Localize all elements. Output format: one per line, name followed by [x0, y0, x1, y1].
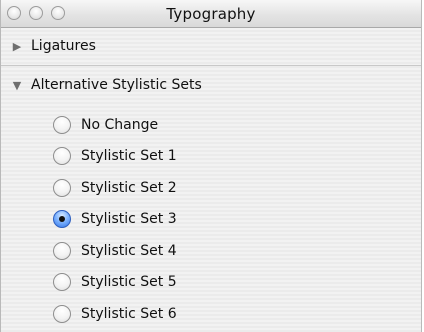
radio-button[interactable]	[53, 147, 71, 166]
title-bar: Typography	[1, 0, 421, 28]
radio-label: Stylistic Set 6	[81, 305, 177, 322]
radio-label: Stylistic Set 1	[81, 148, 177, 165]
radio-option-stylistic-set-5[interactable]: Stylistic Set 5	[53, 267, 177, 299]
radio-option-no-change[interactable]: No Change	[53, 109, 177, 141]
radio-label: Stylistic Set 2	[81, 179, 177, 196]
radio-button[interactable]	[53, 115, 71, 134]
radio-button[interactable]	[53, 241, 71, 260]
typography-window: Typography ▶ Ligatures ▼ Alternative Sty…	[0, 0, 422, 332]
triangle-down-icon: ▼	[12, 78, 22, 92]
radio-label: Stylistic Set 4	[81, 242, 177, 259]
radio-button[interactable]	[53, 178, 71, 197]
alternative-stylistic-sets-disclosure[interactable]: ▼ Alternative Stylistic Sets	[9, 77, 202, 93]
radio-option-stylistic-set-2[interactable]: Stylistic Set 2	[53, 172, 177, 204]
radio-button[interactable]	[53, 210, 71, 229]
radio-option-stylistic-set-4[interactable]: Stylistic Set 4	[53, 235, 177, 267]
radio-button[interactable]	[53, 273, 71, 292]
radio-option-stylistic-set-6[interactable]: Stylistic Set 6	[53, 298, 177, 330]
alternative-stylistic-sets-section: ▼ Alternative Stylistic Sets No Change S…	[1, 67, 421, 332]
ligatures-section: ▶ Ligatures	[1, 28, 421, 66]
radio-option-stylistic-set-3[interactable]: Stylistic Set 3	[53, 204, 177, 236]
radio-option-stylistic-set-1[interactable]: Stylistic Set 1	[53, 141, 177, 173]
ligatures-disclosure[interactable]: ▶ Ligatures	[9, 38, 96, 54]
triangle-right-icon: ▶	[12, 39, 22, 53]
radio-label: No Change	[81, 116, 159, 133]
radio-label: Stylistic Set 5	[81, 274, 177, 291]
ligatures-label: Ligatures	[31, 38, 96, 54]
stylistic-set-radio-group: No Change Stylistic Set 1 Stylistic Set …	[53, 109, 177, 330]
alternative-stylistic-sets-label: Alternative Stylistic Sets	[31, 77, 202, 93]
window-title: Typography	[166, 5, 256, 23]
radio-button[interactable]	[53, 304, 71, 323]
radio-label: Stylistic Set 3	[81, 211, 177, 228]
